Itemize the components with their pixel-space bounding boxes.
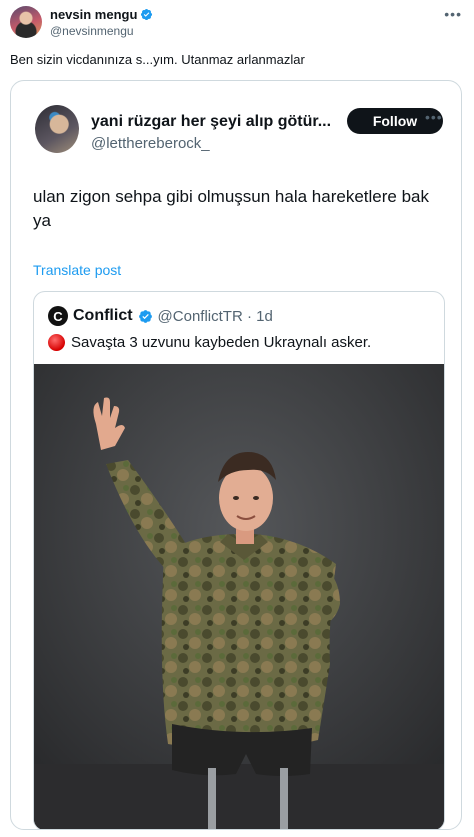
quoted-text: ulan zigon sehpa gibi olmuşsun hala hare… <box>33 187 429 230</box>
quoted-handle[interactable]: @letthereberock_ <box>91 135 210 152</box>
quoted-avatar[interactable] <box>35 105 79 153</box>
red-circle-icon <box>48 334 65 351</box>
author-handle[interactable]: @nevsinmengu <box>50 24 134 38</box>
post-photo[interactable] <box>34 364 444 829</box>
post-text: Ben sizin vicdanınıza s...yım. Utanmaz a… <box>10 52 305 67</box>
quoted-display-name[interactable]: yani rüzgar her şeyi alıp götür... <box>91 113 331 131</box>
nested-display-name[interactable]: Conflict <box>73 307 133 325</box>
post-header: nevsin mengu @nevsinmengu ••• <box>0 0 474 44</box>
conflict-logo-icon[interactable]: C <box>48 306 68 326</box>
more-icon[interactable]: ••• <box>444 6 462 22</box>
avatar[interactable] <box>10 6 42 38</box>
nested-author-row: C Conflict @ConflictTR · 1d <box>48 306 273 326</box>
verified-icon <box>141 8 153 21</box>
soldier-photo-illustration <box>34 364 444 829</box>
nested-meta[interactable]: @ConflictTR · 1d <box>158 308 273 325</box>
author-display-name[interactable]: nevsin mengu <box>50 7 137 22</box>
verified-icon <box>138 309 152 323</box>
author-name-row: nevsin mengu <box>50 7 153 22</box>
nested-text: Savaşta 3 uzvunu kaybeden Ukraynalı aske… <box>71 334 372 351</box>
nested-text-row: Savaşta 3 uzvunu kaybeden Ukraynalı aske… <box>48 334 371 351</box>
translate-post-link[interactable]: Translate post <box>33 262 121 278</box>
quoted-post-card[interactable]: yani rüzgar her şeyi alıp götür... @lett… <box>10 80 462 830</box>
quoted-more-icon[interactable]: ••• <box>425 109 443 125</box>
nested-quote-card[interactable]: C Conflict @ConflictTR · 1d Savaşta 3 uz… <box>33 291 445 829</box>
